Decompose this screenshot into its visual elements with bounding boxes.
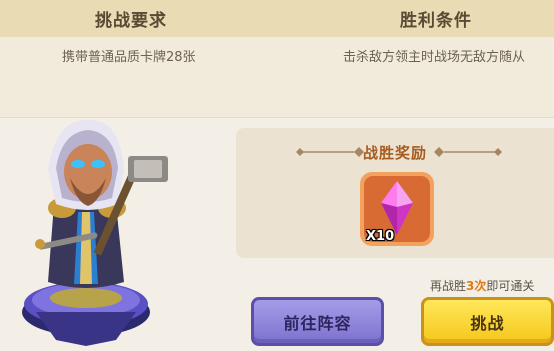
hint-prefix: 再战胜 — [430, 279, 467, 293]
victory-text: 击杀敌方领主时战场无敌方随从 — [343, 50, 526, 65]
go-to-lineup-label: 前往阵容 — [283, 313, 352, 333]
reward-title: 战胜奖励 — [363, 144, 428, 162]
hint-suffix: 即可通关 — [486, 279, 535, 293]
hint-highlight: 3次 — [466, 279, 487, 293]
challenge-button[interactable]: 挑战 — [421, 297, 554, 346]
challenge-label: 挑战 — [470, 313, 505, 333]
requirements-title: 挑战要求 — [95, 11, 167, 31]
hero-lord-figure — [22, 119, 168, 346]
victory-title: 胜利条件 — [400, 11, 472, 31]
item-count: X10 — [366, 229, 395, 244]
go-to-lineup-button[interactable]: 前往阵容 — [251, 297, 384, 346]
requirements-text: 携带普通品质卡牌28张 — [62, 50, 196, 65]
clear-hint: 再战胜3次即可通关 — [430, 277, 534, 294]
